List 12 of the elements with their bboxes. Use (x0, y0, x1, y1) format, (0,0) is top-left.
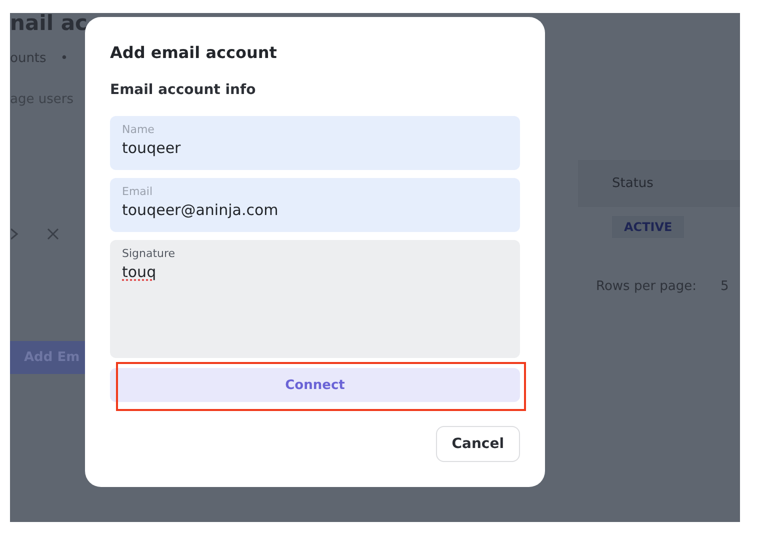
connect-button[interactable]: Connect (110, 368, 520, 402)
breadcrumb-item[interactable]: • (60, 51, 68, 66)
input-field[interactable]: Email touqeer@aninja.com (110, 178, 520, 232)
input-field[interactable]: Signature touq (110, 240, 520, 358)
close-icon[interactable] (47, 228, 59, 240)
page-title: nail ac (10, 13, 88, 35)
cancel-button[interactable]: Cancel (436, 426, 520, 462)
status-badge: ACTIVE (612, 216, 684, 238)
input-field[interactable]: Name touqeer (110, 116, 520, 170)
table-header-cell: Status (578, 160, 740, 207)
dialog-title: Add email account (110, 43, 278, 62)
section-heading: Email account info (110, 82, 257, 98)
